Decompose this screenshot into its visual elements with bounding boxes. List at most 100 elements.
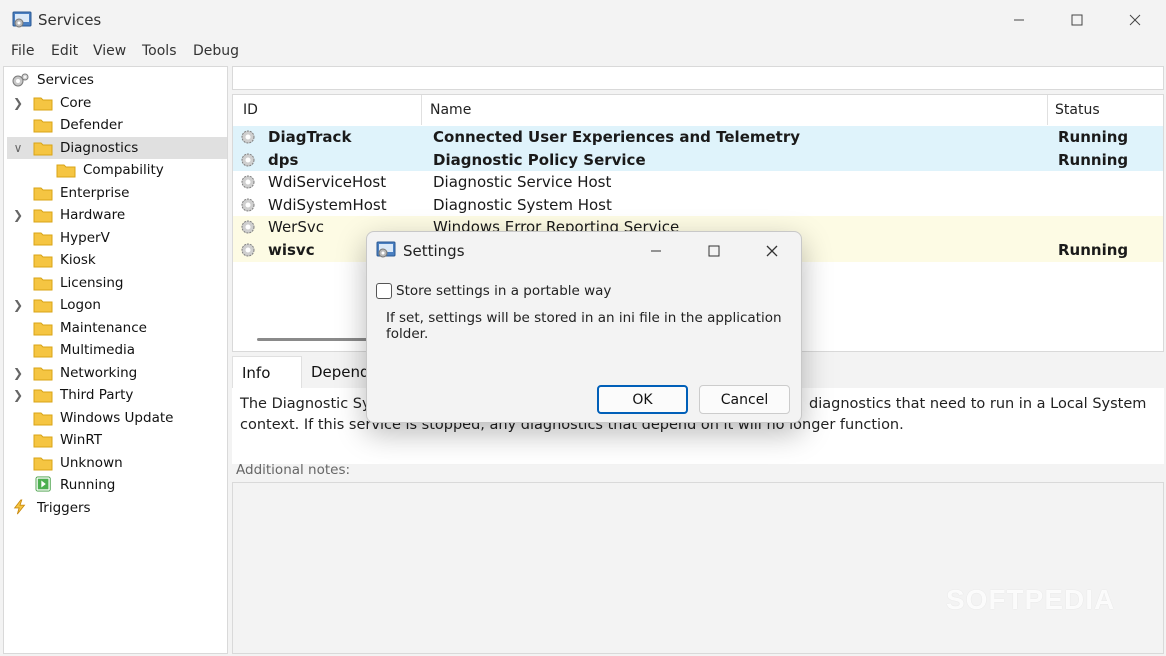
service-id: wisvc (268, 241, 315, 259)
dialog-minimize-button[interactable] (627, 232, 685, 270)
tab-label: Depend (311, 363, 370, 381)
tree-root-services[interactable]: Services (4, 69, 227, 91)
tree-item-winrt[interactable]: WinRT (4, 429, 227, 451)
tree-item-core[interactable]: ❯ Core (4, 92, 227, 114)
folder-icon (56, 164, 76, 178)
tree-item-hyperv[interactable]: HyperV (4, 227, 227, 249)
tree-item-third-party[interactable]: ❯ Third Party (4, 384, 227, 406)
folder-icon (33, 299, 53, 313)
folder-icon (33, 187, 53, 201)
tree-item-label: Windows Update (60, 410, 174, 426)
tree-item-enterprise[interactable]: Enterprise (4, 182, 227, 204)
cancel-button-label: Cancel (720, 391, 769, 408)
menu-debug[interactable]: Debug (193, 43, 239, 59)
tree-item-networking[interactable]: ❯ Networking (4, 362, 227, 384)
service-id: WdiServiceHost (268, 173, 387, 192)
tab-info[interactable]: Info (232, 356, 302, 388)
chevron-right-icon[interactable]: ❯ (11, 96, 25, 110)
column-header-name[interactable]: Name (430, 95, 471, 125)
folder-icon (33, 457, 53, 471)
ok-button[interactable]: OK (597, 385, 688, 414)
tree-item-label: Triggers (37, 500, 91, 516)
ok-button-label: OK (632, 391, 653, 408)
menu-tools[interactable]: Tools (142, 43, 177, 59)
folder-icon (33, 232, 53, 246)
menu-edit[interactable]: Edit (51, 43, 78, 59)
tree-item-label: Licensing (60, 275, 124, 291)
notes-textarea[interactable] (232, 482, 1164, 654)
lightning-icon (13, 499, 26, 515)
tree-item-compability[interactable]: Compability (4, 159, 227, 181)
menu-file[interactable]: File (11, 43, 34, 59)
dialog-maximize-button[interactable] (685, 232, 743, 270)
tree-item-diagnostics[interactable]: ∨ Diagnostics (7, 137, 227, 159)
tree-item-label: Diagnostics (60, 140, 139, 156)
horizontal-scrollbar[interactable] (257, 338, 377, 341)
portable-settings-label[interactable]: Store settings in a portable way (396, 283, 611, 299)
maximize-button[interactable] (1048, 0, 1106, 40)
column-header-status[interactable]: Status (1055, 95, 1100, 125)
folder-icon (33, 119, 53, 133)
gear-icon (241, 243, 255, 257)
cancel-button[interactable]: Cancel (699, 385, 790, 414)
folder-icon (33, 97, 53, 111)
window-title: Services (38, 11, 102, 29)
tree-item-unknown[interactable]: Unknown (4, 452, 227, 474)
tree-item-label: Core (60, 95, 92, 111)
dialog-title: Settings (403, 242, 465, 260)
service-name: Connected User Experiences and Telemetry (433, 128, 801, 146)
service-status: Running (1058, 150, 1129, 169)
tree-item-hardware[interactable]: ❯ Hardware (4, 204, 227, 226)
gear-icon (241, 175, 255, 189)
column-divider[interactable] (421, 95, 422, 125)
gear-icon (241, 153, 255, 167)
tree-item-label: Networking (60, 365, 138, 381)
tree-item-logon[interactable]: ❯ Logon (4, 294, 227, 316)
chevron-right-icon[interactable]: ❯ (11, 298, 25, 312)
column-divider[interactable] (1047, 95, 1048, 125)
chevron-right-icon[interactable]: ❯ (11, 388, 25, 402)
services-app-icon (12, 11, 32, 28)
tree-item-label: Hardware (60, 207, 126, 223)
table-row[interactable]: WdiServiceHost Diagnostic Service Host (233, 171, 1163, 194)
chevron-down-icon[interactable]: ∨ (11, 141, 25, 155)
close-icon (766, 245, 778, 257)
tree-item-licensing[interactable]: Licensing (4, 272, 227, 294)
service-status: Running (1058, 241, 1129, 259)
menu-view[interactable]: View (93, 43, 126, 59)
service-name: Diagnostic System Host (433, 195, 612, 214)
minimize-icon (1014, 19, 1024, 21)
services-app-icon (376, 241, 396, 258)
tree-item-multimedia[interactable]: Multimedia (4, 339, 227, 361)
dialog-close-button[interactable] (743, 232, 801, 270)
tree-item-defender[interactable]: Defender (4, 114, 227, 136)
tree-item-label: WinRT (60, 432, 103, 448)
close-button[interactable] (1106, 0, 1164, 40)
folder-icon (33, 254, 53, 268)
folder-icon (33, 389, 53, 403)
tree-item-windows-update[interactable]: Windows Update (4, 407, 227, 429)
table-row[interactable]: dps Diagnostic Policy Service Running (233, 148, 1163, 172)
chevron-right-icon[interactable]: ❯ (11, 208, 25, 222)
tree-item-kiosk[interactable]: Kiosk (4, 249, 227, 271)
filter-input[interactable] (232, 66, 1164, 90)
watermark: SOFTPEDIA (946, 584, 1116, 615)
table-row[interactable]: DiagTrack Connected User Experiences and… (233, 126, 1163, 149)
column-header-id[interactable]: ID (243, 95, 258, 125)
title-bar: Services (0, 0, 1166, 40)
chevron-right-icon[interactable]: ❯ (11, 366, 25, 380)
category-tree[interactable]: Services ❯ Core Defender ∨ Diagnostics C… (3, 66, 228, 654)
service-name: Diagnostic Service Host (433, 173, 612, 192)
folder-icon (33, 209, 53, 223)
tree-item-label: Compability (83, 162, 164, 178)
tree-item-label: HyperV (60, 230, 110, 246)
folder-icon (33, 367, 53, 381)
tree-item-triggers[interactable]: Triggers (4, 497, 227, 519)
minimize-button[interactable] (990, 0, 1048, 40)
tree-item-maintenance[interactable]: Maintenance (4, 317, 227, 339)
service-id: WdiSystemHost (268, 195, 387, 214)
tree-item-running[interactable]: Running (4, 474, 227, 496)
tree-item-label: Unknown (60, 455, 123, 471)
table-row[interactable]: WdiSystemHost Diagnostic System Host (233, 194, 1163, 217)
portable-settings-checkbox[interactable] (376, 283, 392, 299)
